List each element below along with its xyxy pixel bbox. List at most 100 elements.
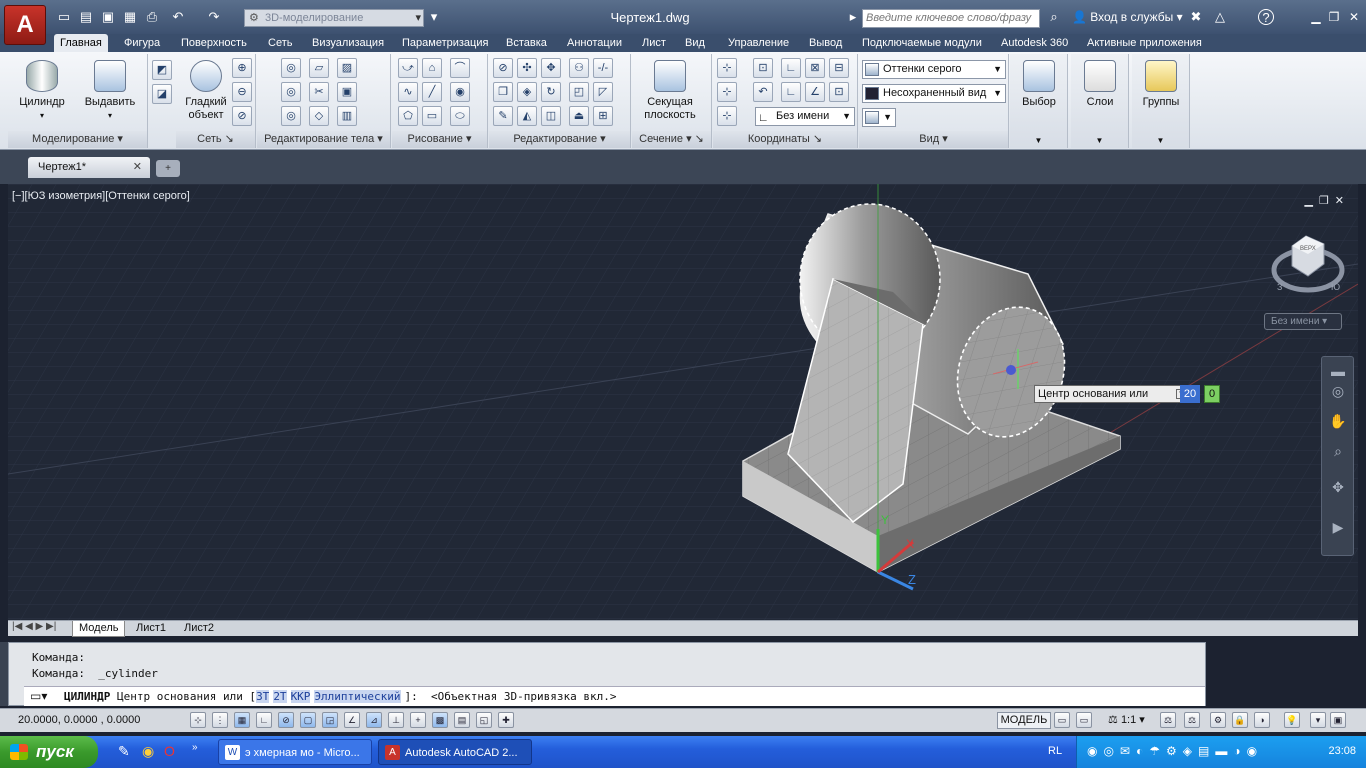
- mirror-icon[interactable]: ⏏: [569, 106, 589, 126]
- annotation-scale[interactable]: ⚖ 1:1 ▾: [1108, 713, 1145, 726]
- 3d-rotate-icon[interactable]: ✣: [517, 58, 537, 78]
- ribbon-tab[interactable]: Лист: [636, 34, 672, 52]
- more-icon[interactable]: »: [192, 742, 198, 753]
- 3d-mirror-icon[interactable]: ◭: [517, 106, 537, 126]
- extrude-button[interactable]: Выдавить ▾: [80, 58, 140, 122]
- clean-screen-icon[interactable]: ▣: [1330, 712, 1346, 728]
- ucs-menu-label[interactable]: Без имени ▾: [1264, 313, 1342, 330]
- annotation-visibility-icon[interactable]: ⚖: [1160, 712, 1176, 728]
- extrude-faces-icon[interactable]: ▣: [337, 82, 357, 102]
- application-status-menu-icon[interactable]: ▾: [1310, 712, 1326, 728]
- tray-icons[interactable]: ◉◎✉◐☂⚙◈▤▬◑◉: [1087, 744, 1263, 758]
- language-indicator[interactable]: RL: [1048, 745, 1062, 757]
- layout-nav-arrows[interactable]: |◀ ◀ ▶ ▶|: [12, 621, 56, 632]
- erase-icon[interactable]: ✎: [493, 106, 513, 126]
- close-icon[interactable]: ✕: [1346, 10, 1362, 24]
- ortho-mode-icon[interactable]: ∟: [256, 712, 272, 728]
- help-icon[interactable]: ?: [1258, 9, 1274, 25]
- redo-icon[interactable]: ↷: [206, 9, 222, 25]
- ucs-zaxis-icon[interactable]: ∠: [805, 82, 825, 102]
- groups-button[interactable]: Группы: [1132, 58, 1190, 109]
- viewport-config-selector[interactable]: ▼: [862, 108, 896, 127]
- taskbar-item-word[interactable]: Wэ хмерная мо - Micro...: [218, 739, 372, 765]
- auto-scale-icon[interactable]: ⚖: [1184, 712, 1200, 728]
- copy-icon[interactable]: ❐: [493, 82, 513, 102]
- minimize-icon[interactable]: ▁: [1304, 195, 1318, 207]
- circle-icon[interactable]: ◉: [450, 82, 470, 102]
- ribbon-tab[interactable]: Подключаемые модули: [856, 34, 988, 52]
- presspull-icon[interactable]: ◩: [152, 60, 172, 80]
- a360-icon[interactable]: △: [1212, 9, 1228, 25]
- command-customize-icon[interactable]: ▭▾: [30, 689, 47, 703]
- model-space-toggle[interactable]: МОДЕЛЬ: [997, 712, 1051, 729]
- quicklaunch-icon[interactable]: ✎: [118, 743, 130, 760]
- pan-icon[interactable]: ✋: [1328, 411, 1348, 431]
- stretch-icon[interactable]: ◫: [541, 106, 561, 126]
- application-menu-button[interactable]: A: [4, 5, 46, 45]
- 3d-array-icon[interactable]: ◈: [517, 82, 537, 102]
- 3d-object-snap-icon[interactable]: ◲: [322, 712, 338, 728]
- customize-qat-icon[interactable]: ▾: [426, 9, 442, 25]
- lock-icon[interactable]: 🔒: [1232, 712, 1248, 728]
- line-icon[interactable]: ╱: [422, 82, 442, 102]
- extract-edges-icon[interactable]: ▱: [309, 58, 329, 78]
- undo-icon[interactable]: ↶: [170, 9, 186, 25]
- search-input[interactable]: Введите ключевое слово/фразу: [862, 9, 1040, 28]
- viewport-controls-label[interactable]: [−][ЮЗ изометрия][Оттенки серого]: [12, 190, 190, 202]
- close-icon[interactable]: ✕: [133, 157, 142, 178]
- 3d-scale-icon[interactable]: ⚇: [569, 58, 589, 78]
- annotation-monitor-icon[interactable]: ✚: [498, 712, 514, 728]
- ucs-x-icon[interactable]: ⊠: [805, 58, 825, 78]
- coordinate-readout[interactable]: 20.0000, 0.0000 , 0.0000: [18, 714, 140, 726]
- ucs-object-icon[interactable]: ⊡: [829, 82, 849, 102]
- ribbon-tab[interactable]: Вывод: [803, 34, 848, 52]
- 3d-move-icon[interactable]: ✥: [541, 58, 561, 78]
- save-as-icon[interactable]: ▦: [122, 9, 138, 25]
- workspace-switching-icon[interactable]: ⚙: [1210, 712, 1226, 728]
- intersect-icon[interactable]: ◎: [281, 106, 301, 126]
- smooth-more-icon[interactable]: ⊕: [232, 58, 252, 78]
- restore-icon[interactable]: ❐: [1319, 195, 1335, 207]
- slice-icon[interactable]: ▨: [337, 58, 357, 78]
- binoculars-icon[interactable]: ⌕: [1046, 9, 1062, 25]
- steering-wheel-icon[interactable]: ◎: [1328, 381, 1348, 401]
- polyline-icon[interactable]: ⤻: [398, 58, 418, 78]
- new-icon[interactable]: ▭: [56, 9, 72, 25]
- showmotion-icon[interactable]: ▶: [1328, 517, 1348, 537]
- align-icon[interactable]: ◰: [569, 82, 589, 102]
- ucs-world-icon[interactable]: ⊡: [753, 58, 773, 78]
- chevron-down-icon[interactable]: ▼: [1071, 136, 1128, 145]
- array-icon[interactable]: ⊞: [593, 106, 613, 126]
- expand-arrow-icon[interactable]: ▸: [848, 9, 858, 25]
- print-icon[interactable]: ⎙: [144, 9, 160, 25]
- chevron-down-icon[interactable]: ▼: [1010, 136, 1067, 145]
- restore-icon[interactable]: ❐: [1326, 10, 1342, 24]
- offset-icon[interactable]: ⊘: [493, 58, 513, 78]
- quick-view-drawings-icon[interactable]: ▭: [1076, 712, 1092, 728]
- subtract-icon[interactable]: ◎: [281, 82, 301, 102]
- navbar-close-icon[interactable]: ▬: [1328, 361, 1348, 381]
- dynamic-ucs-icon[interactable]: ⊿: [366, 712, 382, 728]
- save-icon[interactable]: ▣: [100, 9, 116, 25]
- command-option[interactable]: Эллиптический: [314, 690, 401, 703]
- chevron-down-icon[interactable]: ▼: [1132, 136, 1189, 145]
- ribbon-tab[interactable]: Autodesk 360: [995, 34, 1074, 52]
- ribbon-tab[interactable]: Управление: [722, 34, 795, 52]
- ucs-named-selector[interactable]: ∟ Без имени ▼: [755, 107, 855, 126]
- command-input[interactable]: ▭▾ ЦИЛИНДР Центр основания или [3T 2T ККР Э…: [24, 686, 1205, 706]
- chrome-icon[interactable]: ◉: [142, 743, 154, 760]
- object-snap-tracking-icon[interactable]: ∠: [344, 712, 360, 728]
- close-icon[interactable]: ✕: [1335, 195, 1350, 207]
- command-option[interactable]: ККР: [290, 690, 311, 703]
- 3d-polyline-icon[interactable]: ⌂: [422, 58, 442, 78]
- selection-cycling-icon[interactable]: ◱: [476, 712, 492, 728]
- interfere-icon[interactable]: ✂: [309, 82, 329, 102]
- quick-view-layouts-icon[interactable]: ▭: [1054, 712, 1070, 728]
- opera-icon[interactable]: O: [164, 743, 175, 759]
- separate-icon[interactable]: ▥: [337, 106, 357, 126]
- layout-tab[interactable]: Модель: [72, 621, 126, 637]
- ribbon-tab[interactable]: Вид: [679, 34, 711, 52]
- ribbon-tab[interactable]: Визуализация: [306, 34, 390, 52]
- ucs-view-icon[interactable]: ⊟: [829, 58, 849, 78]
- lineweight-icon[interactable]: +: [410, 712, 426, 728]
